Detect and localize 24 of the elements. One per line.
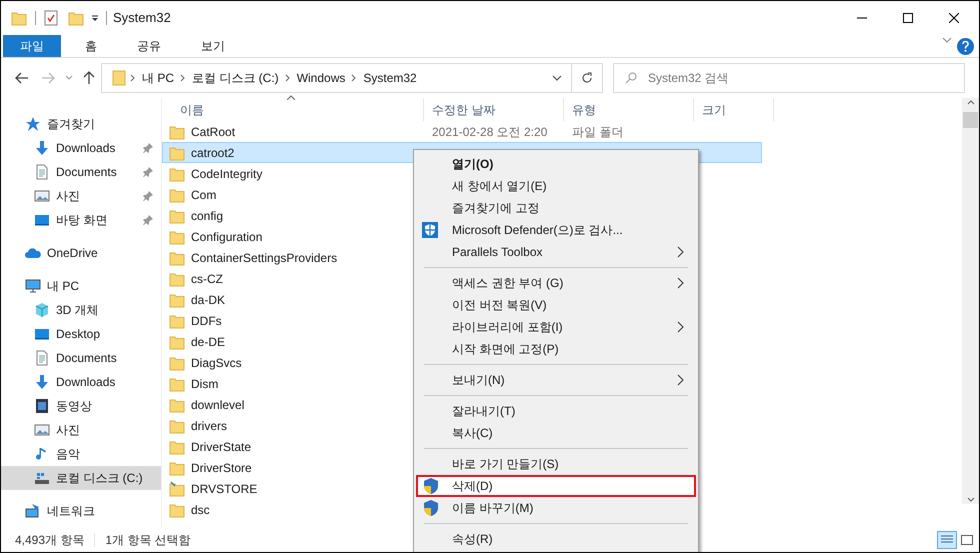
file-type: 파일 폴더 bbox=[571, 124, 624, 140]
file-name: ContainerSettingsProviders bbox=[191, 250, 338, 266]
file-name: Com bbox=[191, 186, 216, 204]
file-name: DiagSvcs bbox=[191, 354, 242, 372]
file-name: da-DK bbox=[191, 292, 226, 308]
file-name: cs-CZ bbox=[191, 270, 223, 288]
file-name: DDFs bbox=[191, 312, 222, 330]
item-count: 4,493개 항목 bbox=[15, 532, 84, 549]
file-name: CatRoot bbox=[191, 124, 236, 140]
file-name: catroot2 bbox=[191, 144, 234, 162]
file-name: Dism bbox=[191, 376, 218, 392]
selection-count: 1개 항목 선택함 bbox=[105, 532, 191, 549]
file-name: Configuration bbox=[191, 228, 262, 246]
file-name: downlevel bbox=[191, 396, 244, 414]
file-name: DriverState bbox=[191, 438, 252, 456]
file-name: CodeIntegrity bbox=[191, 166, 262, 182]
file-name: dsc bbox=[191, 502, 210, 518]
file-name: de-DE bbox=[191, 334, 226, 350]
window-title: System32 bbox=[113, 9, 171, 28]
file-name: drivers bbox=[191, 418, 228, 434]
modified-date: 2021-02-28 오전 2:20 bbox=[431, 124, 548, 140]
file-name: DriverStore bbox=[191, 460, 252, 476]
file-name: config bbox=[191, 208, 224, 224]
file-name: DRVSTORE bbox=[191, 480, 258, 498]
